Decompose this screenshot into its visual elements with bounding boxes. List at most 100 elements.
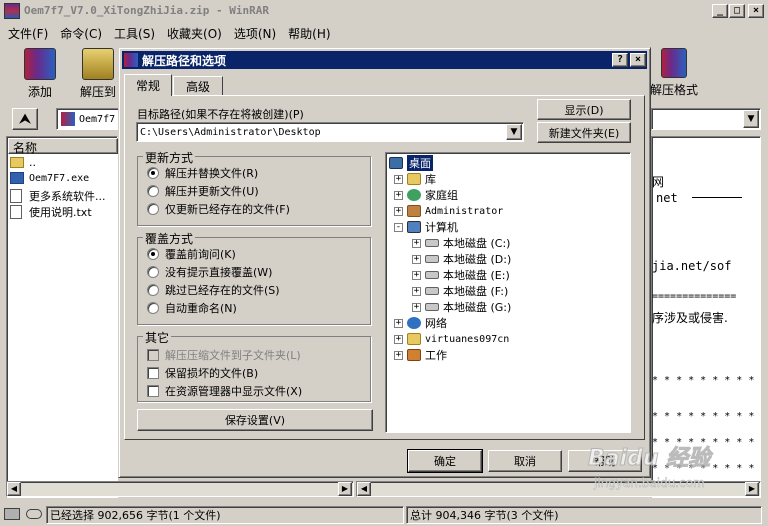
menu-tools[interactable]: 工具(S) <box>114 25 155 42</box>
expand-icon[interactable]: + <box>412 270 421 280</box>
menu-options[interactable]: 选项(N) <box>234 25 276 42</box>
tree-item-drive-e[interactable]: + 本地磁盘 (E:) <box>412 267 510 283</box>
list-item[interactable]: 更多系统软件... <box>10 188 106 204</box>
maximize-button[interactable]: □ <box>729 4 745 18</box>
radio-ask-before-overwrite[interactable]: 覆盖前询问(K) <box>147 245 236 263</box>
check-show-in-explorer[interactable]: 在资源管理器中显示文件(X) <box>147 382 302 400</box>
menu-command[interactable]: 命令(C) <box>60 25 102 42</box>
expand-icon[interactable]: + <box>394 334 403 344</box>
tree-item-network[interactable]: + 网络 <box>394 315 447 331</box>
radio-extract-replace[interactable]: 解压并替换文件(R) <box>147 164 258 182</box>
comment-line: * * * * * * * * * <box>652 375 755 386</box>
radio-overwrite-without-prompt[interactable]: 没有提示直接覆盖(W) <box>147 263 272 281</box>
show-button[interactable]: 显示(D) <box>537 99 631 120</box>
radio-label: 解压并更新文件(U) <box>165 185 259 198</box>
dest-path-value: C:\Users\Administrator\Desktop <box>140 126 321 138</box>
status-bar: 已经选择 902,656 字节(1 个文件) 总计 904,346 字节(3 个… <box>0 504 768 526</box>
list-item[interactable]: .. <box>10 156 36 169</box>
menu-favorites[interactable]: 收藏夹(O) <box>167 25 222 42</box>
extract-folder-icon <box>82 48 114 80</box>
extract-options-dialog: 解压路径和选项 ? × 常规 高级 目标路径(如果不存在将被创建)(P) C:\… <box>118 47 651 478</box>
folder-tree[interactable]: 桌面 + 库 + 家庭组 + Administrator - 计算机 + 本地磁… <box>385 152 631 433</box>
address-bar[interactable]: Oem7f7 <box>56 108 120 130</box>
tree-item-label: 网络 <box>425 317 447 330</box>
status-total: 总计 904,346 字节(3 个文件) <box>406 506 762 524</box>
list-item[interactable]: 使用说明.txt <box>10 204 92 220</box>
hscroll2-right-button[interactable]: ▶ <box>745 482 759 496</box>
expand-icon[interactable]: + <box>412 286 421 296</box>
dialog-close-button[interactable]: × <box>630 53 646 67</box>
hscroll-right-button[interactable]: ▶ <box>338 482 352 496</box>
cancel-button[interactable]: 取消 <box>488 450 562 472</box>
tab-general[interactable]: 常规 <box>124 74 172 96</box>
radio-skip-existing[interactable]: 跳过已经存在的文件(S) <box>147 281 280 299</box>
expand-icon[interactable]: + <box>394 350 403 360</box>
extract-to-button[interactable]: 解压到 <box>76 48 120 100</box>
new-folder-button-label: 新建文件夹(E) <box>548 126 620 140</box>
hscroll2-left-button[interactable]: ◀ <box>357 482 371 496</box>
radio-auto-rename[interactable]: 自动重命名(N) <box>147 299 237 317</box>
expand-icon[interactable]: + <box>394 174 403 184</box>
tab-advanced-label: 高级 <box>185 79 210 94</box>
expand-icon[interactable]: + <box>394 206 403 216</box>
checkbox-label: 解压压缩文件到子文件夹(L) <box>165 349 301 362</box>
tree-item-label: 本地磁盘 (D:) <box>443 253 512 266</box>
minimize-button[interactable]: _ <box>712 4 728 18</box>
winrar-app-icon <box>4 3 20 19</box>
tree-item-desktop[interactable]: 桌面 <box>389 155 433 171</box>
tree-item-label: Administrator <box>425 205 504 217</box>
expand-icon[interactable]: + <box>412 238 421 248</box>
tree-item-homegroup[interactable]: + 家庭组 <box>394 187 458 203</box>
user-folder-icon <box>407 205 421 217</box>
radio-label: 仅更新已经存在的文件(F) <box>165 203 290 216</box>
dialog-app-icon <box>124 53 138 67</box>
radio-update-existing[interactable]: 仅更新已经存在的文件(F) <box>147 200 290 218</box>
tree-item-drive-g[interactable]: + 本地磁盘 (G:) <box>412 299 511 315</box>
expand-icon[interactable]: + <box>412 302 421 312</box>
tree-item-virtuanes[interactable]: + virtuanes097cn <box>394 331 509 347</box>
radio-extract-update[interactable]: 解压并更新文件(U) <box>147 182 259 200</box>
expand-icon[interactable]: + <box>394 318 403 328</box>
expand-icon[interactable]: + <box>394 190 403 200</box>
new-folder-button[interactable]: 新建文件夹(E) <box>537 122 631 143</box>
key-icon <box>26 509 42 519</box>
address-dropdown-button[interactable]: ▼ <box>743 110 759 128</box>
expand-icon[interactable]: + <box>412 254 421 264</box>
check-keep-broken[interactable]: 保留损坏的文件(B) <box>147 364 258 382</box>
dest-dropdown-button[interactable]: ▼ <box>506 124 522 140</box>
ok-button-label: 确定 <box>434 455 456 468</box>
save-settings-button[interactable]: 保存设置(V) <box>137 409 373 431</box>
close-button[interactable]: × <box>748 4 764 18</box>
tab-advanced[interactable]: 高级 <box>173 76 223 95</box>
up-folder-button[interactable]: ⮝ <box>12 108 38 130</box>
dest-path-combo[interactable]: C:\Users\Administrator\Desktop <box>136 122 524 142</box>
comment-line: 网 <box>652 175 665 189</box>
list-item-label: 使用说明.txt <box>29 206 92 219</box>
radio-button <box>147 302 159 314</box>
add-button[interactable]: 添加 <box>18 48 62 100</box>
add-label: 添加 <box>27 85 52 99</box>
tree-item-computer[interactable]: - 计算机 <box>394 219 458 235</box>
list-item[interactable]: Oem7F7.exe <box>10 172 89 184</box>
dialog-help-button[interactable]: ? <box>612 53 628 67</box>
tree-item-drive-f[interactable]: + 本地磁盘 (F:) <box>412 283 508 299</box>
file-list-hscrollbar[interactable] <box>6 481 354 497</box>
radio-button <box>147 203 159 215</box>
tree-item-libraries[interactable]: + 库 <box>394 171 436 187</box>
list-item-label: Oem7F7.exe <box>29 172 90 184</box>
collapse-icon[interactable]: - <box>394 222 403 232</box>
tree-item-administrator[interactable]: + Administrator <box>394 203 503 219</box>
ok-button[interactable]: 确定 <box>407 449 483 473</box>
radio-label: 跳过已经存在的文件(S) <box>165 284 280 297</box>
menu-help[interactable]: 帮助(H) <box>288 25 330 42</box>
comment-line: net <box>656 191 678 205</box>
tree-item-drive-c[interactable]: + 本地磁盘 (C:) <box>412 235 510 251</box>
menu-file[interactable]: 文件(F) <box>8 25 48 42</box>
extract-format-button[interactable]: 解压格式 <box>648 48 700 98</box>
hscroll-left-button[interactable]: ◀ <box>7 482 21 496</box>
tree-item-work[interactable]: + 工作 <box>394 347 447 363</box>
column-header-name[interactable]: 名称 <box>8 138 118 155</box>
radio-button <box>147 284 159 296</box>
tree-item-drive-d[interactable]: + 本地磁盘 (D:) <box>412 251 511 267</box>
drive-icon <box>425 255 439 263</box>
